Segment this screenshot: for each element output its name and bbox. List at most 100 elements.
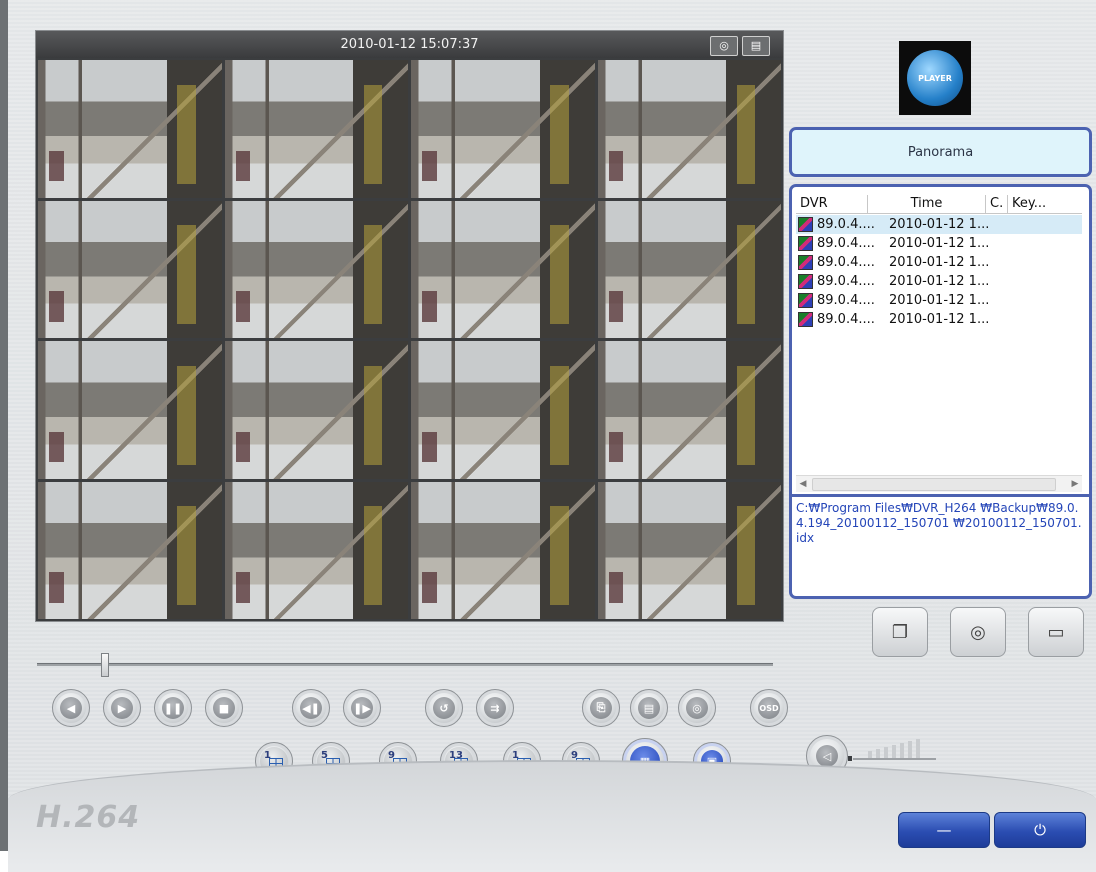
camera-tile[interactable]: [597, 200, 781, 338]
osd-icon: OSD: [758, 697, 780, 719]
speaker-icon: ◁: [816, 745, 838, 767]
pause-button[interactable]: ❚❚: [154, 689, 192, 727]
export-icon: ⎘: [590, 697, 612, 719]
camera-tile[interactable]: [224, 60, 408, 198]
step-back-icon: ◀❚: [300, 697, 322, 719]
recording-icon: [798, 312, 813, 327]
camera-tile[interactable]: [597, 60, 781, 198]
recording-icon: [798, 217, 813, 232]
print-icon: ▤: [638, 697, 660, 719]
step-back-button[interactable]: ◀❚: [292, 689, 330, 727]
recording-icon: [798, 236, 813, 251]
open-file-button[interactable]: ❐: [872, 607, 928, 657]
export-button[interactable]: ⎘: [582, 689, 620, 727]
power-icon: ⏻: [1034, 821, 1046, 839]
camera-tile[interactable]: [224, 481, 408, 619]
power-button[interactable]: ⏻: [994, 812, 1086, 848]
camera-tile[interactable]: [597, 481, 781, 619]
list-row[interactable]: 89.0.4.... 2010-01-12 1...: [796, 291, 1082, 310]
rewind-button[interactable]: ◀: [52, 689, 90, 727]
list-row[interactable]: 89.0.4.... 2010-01-12 1...: [796, 215, 1082, 234]
scroll-thumb[interactable]: [812, 478, 1056, 491]
step-forward-button[interactable]: ❚▶: [343, 689, 381, 727]
search-camera-icon: ◎: [970, 621, 986, 643]
column-dvr-name[interactable]: DVR Name: [796, 195, 868, 229]
stop-button[interactable]: ■: [205, 689, 243, 727]
panorama-button[interactable]: Panorama: [789, 127, 1092, 177]
step-forward-icon: ❚▶: [351, 697, 373, 719]
row-dvr-name: 89.0.4....: [817, 255, 875, 270]
recording-icon: [798, 274, 813, 289]
list-row[interactable]: 89.0.4.... 2010-01-12 1...: [796, 310, 1082, 329]
list-row[interactable]: 89.0.4.... 2010-01-12 1...: [796, 234, 1082, 253]
horizontal-scrollbar[interactable]: ◀ ▶: [796, 475, 1082, 492]
row-dvr-name: 89.0.4....: [817, 312, 875, 327]
timeline-thumb[interactable]: [101, 653, 109, 677]
dvr-player-window: 2010-01-12 15:07:37 ◎ ▤ ◀ ▶ ❚❚ ■ ◀❚ ❚▶ ↺…: [0, 0, 1096, 872]
minimize-icon: —: [936, 821, 952, 839]
camera-tile[interactable]: [411, 200, 595, 338]
camera-tile[interactable]: [224, 200, 408, 338]
minimize-button[interactable]: —: [898, 812, 990, 848]
camera-tile[interactable]: [38, 481, 222, 619]
stop-icon: ■: [213, 697, 235, 719]
search-film-icon: ▭: [1047, 621, 1065, 643]
column-time[interactable]: Time: [868, 195, 986, 213]
search-camera-button[interactable]: ◎: [950, 607, 1006, 657]
column-channel[interactable]: C.: [986, 195, 1008, 213]
row-dvr-name: 89.0.4....: [817, 236, 875, 251]
recording-icon: [798, 293, 813, 308]
camera-tile[interactable]: [411, 481, 595, 619]
print-button[interactable]: ▤: [630, 689, 668, 727]
row-time: 2010-01-12 1...: [889, 274, 990, 289]
row-time: 2010-01-12 1...: [889, 217, 990, 232]
open-file-icon: ❐: [891, 621, 909, 643]
fast-play-icon: ⇉: [484, 697, 506, 719]
row-time: 2010-01-12 1...: [889, 236, 990, 251]
video-timestamp: 2010-01-12 15:07:37: [340, 37, 479, 52]
list-row[interactable]: 89.0.4.... 2010-01-12 1...: [796, 253, 1082, 272]
list-rows: 89.0.4.... 2010-01-12 1... 89.0.4.... 2010…: [796, 215, 1082, 329]
timeline-slider[interactable]: [31, 645, 781, 683]
camera-tile[interactable]: [38, 60, 222, 198]
row-time: 2010-01-12 1...: [889, 312, 990, 327]
camera-tile[interactable]: [38, 200, 222, 338]
osd-button[interactable]: OSD: [750, 689, 788, 727]
row-dvr-name: 89.0.4....: [817, 293, 875, 308]
column-key[interactable]: Key...: [1008, 195, 1082, 213]
volume-level-mark: [848, 756, 852, 761]
snapshot-button[interactable]: ◎: [678, 689, 716, 727]
camera-tile[interactable]: [597, 341, 781, 479]
scroll-right-icon[interactable]: ▶: [1068, 476, 1082, 492]
camera-tile[interactable]: [411, 60, 595, 198]
video-title-bar: 2010-01-12 15:07:37 ◎ ▤: [36, 31, 783, 58]
camera-tile[interactable]: [411, 341, 595, 479]
camera-icon[interactable]: ◎: [710, 36, 738, 56]
print-icon[interactable]: ▤: [742, 36, 770, 56]
rewind-icon: ◀: [60, 697, 82, 719]
camera-tile[interactable]: [38, 341, 222, 479]
recording-icon: [798, 255, 813, 270]
search-film-button[interactable]: ▭: [1028, 607, 1084, 657]
timeline-track[interactable]: [37, 663, 773, 666]
brand-logo: H.264: [36, 800, 141, 835]
list-row[interactable]: 89.0.4.... 2010-01-12 1...: [796, 272, 1082, 291]
camera-tile[interactable]: [224, 341, 408, 479]
play-button[interactable]: ▶: [103, 689, 141, 727]
camera-grid: [38, 60, 781, 619]
slow-button[interactable]: ↺: [425, 689, 463, 727]
video-panel: 2010-01-12 15:07:37 ◎ ▤: [35, 30, 784, 622]
recording-list: DVR Name Time C. Key... 89.0.4.... 2010-0…: [789, 184, 1092, 599]
row-time: 2010-01-12 1...: [889, 255, 990, 270]
row-dvr-name: 89.0.4....: [817, 274, 875, 289]
row-dvr-name: 89.0.4....: [817, 217, 875, 232]
player-logo: PLAYER: [899, 41, 971, 115]
panel-divider: [792, 494, 1089, 497]
row-time: 2010-01-12 1...: [889, 293, 990, 308]
list-header: DVR Name Time C. Key...: [796, 195, 1082, 229]
fast-button[interactable]: ⇉: [476, 689, 514, 727]
scroll-left-icon[interactable]: ◀: [796, 476, 810, 492]
file-path: C:₩Program Files₩DVR_H264 ₩Backup₩89.0.4…: [796, 501, 1082, 545]
volume-slider[interactable]: [848, 738, 938, 766]
player-logo-icon: PLAYER: [907, 50, 963, 106]
